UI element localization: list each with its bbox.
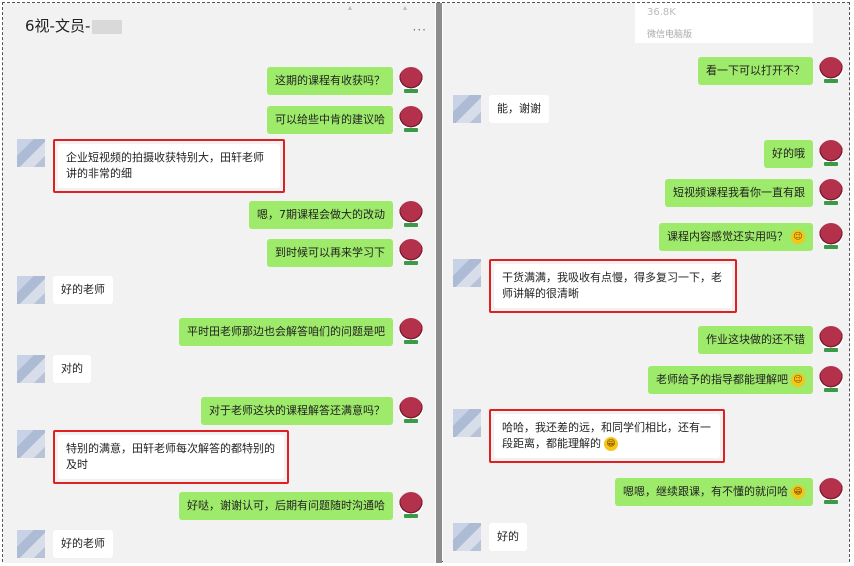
- avatar[interactable]: [17, 355, 45, 383]
- chat-panel-left: 6视-文员- ··· ▴ ▴ 这期的课程有收获吗？ 可以给些中肯的建议哈 企业短…: [3, 3, 435, 563]
- message-row: 好的老师: [17, 276, 113, 304]
- wink-emoji-icon: 😉: [791, 373, 805, 387]
- avatar[interactable]: [819, 223, 843, 249]
- message-bubble[interactable]: 好的: [489, 523, 527, 551]
- chat-title-text: 6视-文员-: [25, 17, 91, 35]
- avatar[interactable]: [453, 259, 481, 287]
- file-source: 微信电脑版: [647, 30, 693, 40]
- message-bubble[interactable]: 这期的课程有收获吗？: [267, 67, 393, 95]
- message-row: 看一下可以打开不？: [698, 57, 843, 85]
- avatar[interactable]: [17, 276, 45, 304]
- message-row: 好的: [453, 523, 527, 551]
- avatar[interactable]: [17, 430, 45, 458]
- message-bubble[interactable]: 对的: [53, 355, 91, 383]
- message-bubble[interactable]: 干货满满，我吸收有点慢，得多复习一下，老师讲解的很清晰: [494, 264, 732, 308]
- message-bubble[interactable]: 对于老师这块的课程解答还满意吗？: [201, 397, 393, 425]
- message-bubble[interactable]: 嗯，7期课程会做大的改动: [249, 201, 393, 229]
- message-bubble[interactable]: 课程内容感觉还实用吗？ 😉: [659, 223, 813, 251]
- window-minimize-icon[interactable]: ▴: [348, 3, 352, 12]
- message-bubble[interactable]: 好哒，谢谢认可，后期有问题随时沟通哈: [179, 492, 393, 520]
- blurred-name: [92, 19, 123, 34]
- grin-emoji-icon: 😁: [791, 485, 805, 499]
- message-text: 老师给予的指导都能理解吧: [656, 373, 788, 386]
- message-row: 作业这块做的还不错: [698, 326, 843, 354]
- message-row: 老师给予的指导都能理解吧 😉: [648, 366, 843, 394]
- file-size: 36.8K: [647, 7, 676, 18]
- message-row: 短视频课程我看你一直有跟: [665, 179, 843, 207]
- message-row: 对于老师这块的课程解答还满意吗？: [201, 397, 423, 425]
- message-row: 特别的满意，田轩老师每次解答的都特别的及时: [17, 430, 289, 484]
- message-bubble[interactable]: 平时田老师那边也会解答咱们的问题是吧: [179, 318, 393, 346]
- message-bubble[interactable]: 好的老师: [53, 276, 113, 304]
- file-card[interactable]: 36.8K 微信电脑版: [635, 3, 813, 43]
- message-row: 到时候可以再来学习下: [267, 239, 423, 267]
- avatar[interactable]: [819, 140, 843, 166]
- avatar[interactable]: [819, 366, 843, 392]
- message-row: 嗯嗯，继续跟课，有不懂的就问哈 😁: [615, 478, 843, 506]
- avatar[interactable]: [17, 530, 45, 558]
- avatar[interactable]: [453, 95, 481, 123]
- panel-divider: [436, 3, 442, 563]
- avatar[interactable]: [819, 478, 843, 504]
- avatar[interactable]: [819, 326, 843, 352]
- highlight-box: 哈哈，我还差的远，和同学们相比，还有一段距离，都能理解的 😁: [489, 409, 725, 463]
- message-bubble[interactable]: 老师给予的指导都能理解吧 😉: [648, 366, 813, 394]
- highlight-box: 特别的满意，田轩老师每次解答的都特别的及时: [53, 430, 289, 484]
- message-row: 好的哦: [764, 140, 843, 168]
- avatar[interactable]: [17, 139, 45, 167]
- message-row: 企业短视频的拍摄收获特别大，田轩老师讲的非常的细: [17, 139, 285, 193]
- more-menu-icon[interactable]: ···: [413, 23, 427, 37]
- avatar[interactable]: [399, 106, 423, 132]
- chat-panel-right: 36.8K 微信电脑版 看一下可以打开不？ 能，谢谢 好的哦 短视频课程我看你一…: [443, 3, 849, 563]
- message-row: 哈哈，我还差的远，和同学们相比，还有一段距离，都能理解的 😁: [453, 409, 725, 463]
- message-bubble[interactable]: 作业这块做的还不错: [698, 326, 813, 354]
- message-bubble[interactable]: 到时候可以再来学习下: [267, 239, 393, 267]
- window-close-icon[interactable]: ▴: [403, 3, 407, 12]
- avatar[interactable]: [819, 179, 843, 205]
- avatar[interactable]: [399, 318, 423, 344]
- avatar[interactable]: [399, 201, 423, 227]
- avatar[interactable]: [453, 409, 481, 437]
- message-row: 好哒，谢谢认可，后期有问题随时沟通哈: [179, 492, 423, 520]
- message-bubble[interactable]: 特别的满意，田轩老师每次解答的都特别的及时: [58, 435, 284, 479]
- message-text: 嗯嗯，继续跟课，有不懂的就问哈: [623, 485, 788, 498]
- grin-emoji-icon: 😁: [604, 437, 618, 451]
- avatar[interactable]: [399, 239, 423, 265]
- highlight-box: 企业短视频的拍摄收获特别大，田轩老师讲的非常的细: [53, 139, 285, 193]
- avatar[interactable]: [819, 57, 843, 83]
- message-bubble[interactable]: 能，谢谢: [489, 95, 549, 123]
- avatar[interactable]: [399, 67, 423, 93]
- message-bubble[interactable]: 哈哈，我还差的远，和同学们相比，还有一段距离，都能理解的 😁: [494, 414, 720, 458]
- avatar[interactable]: [453, 523, 481, 551]
- message-row: 干货满满，我吸收有点慢，得多复习一下，老师讲解的很清晰: [453, 259, 737, 313]
- message-row: 嗯，7期课程会做大的改动: [249, 201, 423, 229]
- message-row: 平时田老师那边也会解答咱们的问题是吧: [179, 318, 423, 346]
- chat-title: 6视-文员-: [25, 15, 123, 36]
- message-text: 课程内容感觉还实用吗？: [667, 230, 788, 243]
- message-row: 能，谢谢: [453, 95, 549, 123]
- avatar[interactable]: [399, 397, 423, 423]
- wink-emoji-icon: 😉: [791, 230, 805, 244]
- message-row: 这期的课程有收获吗？: [267, 67, 423, 95]
- message-row: 好的老师: [17, 530, 113, 558]
- message-row: 可以给些中肯的建议哈: [267, 106, 423, 134]
- avatar[interactable]: [399, 492, 423, 518]
- message-bubble[interactable]: 可以给些中肯的建议哈: [267, 106, 393, 134]
- message-bubble[interactable]: 嗯嗯，继续跟课，有不懂的就问哈 😁: [615, 478, 813, 506]
- message-bubble[interactable]: 短视频课程我看你一直有跟: [665, 179, 813, 207]
- message-row: 课程内容感觉还实用吗？ 😉: [659, 223, 843, 251]
- highlight-box: 干货满满，我吸收有点慢，得多复习一下，老师讲解的很清晰: [489, 259, 737, 313]
- message-bubble[interactable]: 看一下可以打开不？: [698, 57, 813, 85]
- message-bubble[interactable]: 好的哦: [764, 140, 813, 168]
- message-bubble[interactable]: 好的老师: [53, 530, 113, 558]
- message-row: 对的: [17, 355, 91, 383]
- message-bubble[interactable]: 企业短视频的拍摄收获特别大，田轩老师讲的非常的细: [58, 144, 280, 188]
